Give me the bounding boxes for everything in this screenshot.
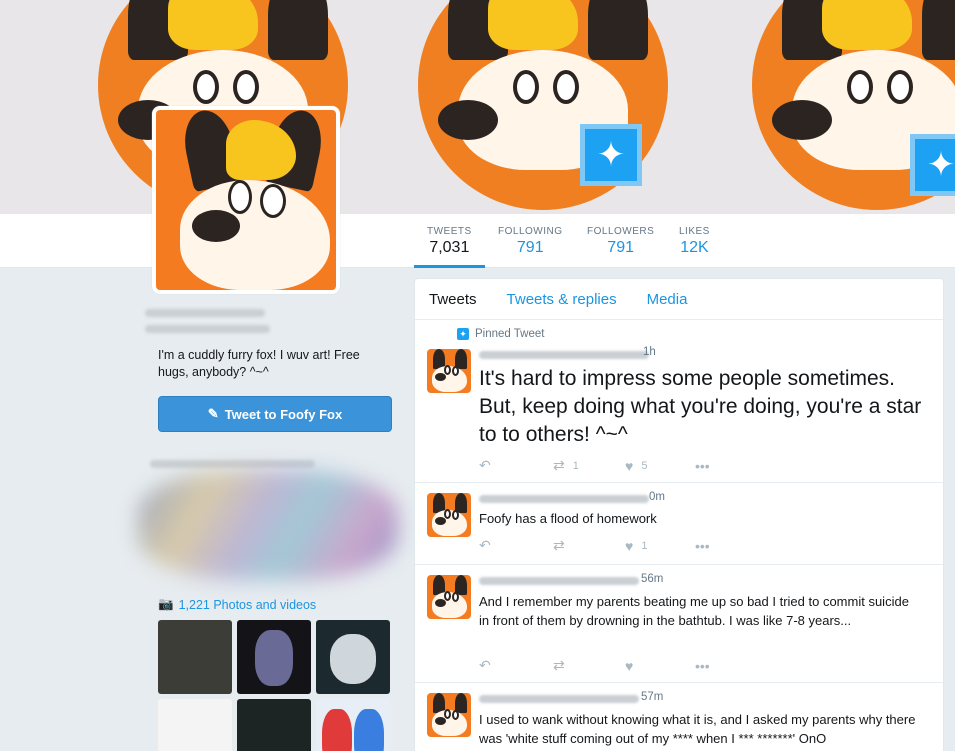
twitter-bird-icon: ✦ (580, 124, 642, 186)
tweet-author-avatar[interactable] (427, 693, 471, 737)
stat-following[interactable]: FOLLOWING 791 (498, 226, 563, 257)
media-thumbnail[interactable] (316, 620, 390, 694)
retweet-icon: ⇄ (553, 657, 565, 673)
profile-handle-redacted (145, 325, 270, 333)
more-icon: ••• (695, 657, 710, 674)
tweet-text: It's hard to impress some people sometim… (479, 367, 922, 446)
tweet-item[interactable]: 57m I used to wank without knowing what … (415, 683, 943, 751)
tweet-actions: ↶ ⇄ ♥ ••• (479, 657, 710, 674)
profile-banner: ✦ ✦ (0, 0, 955, 214)
stat-value: 791 (516, 239, 544, 256)
like-button[interactable]: ♥ 1 (625, 538, 695, 554)
tweet-actions: ↶ ⇄ ♥ 1 ••• (479, 537, 710, 554)
profile-nav (0, 214, 955, 268)
more-button[interactable]: ••• (695, 458, 710, 474)
twitter-bird-icon: ✦ (910, 134, 955, 196)
location-redacted (150, 460, 315, 468)
like-button[interactable]: ♥ (625, 658, 695, 674)
more-button[interactable]: ••• (695, 538, 710, 554)
tweet-time[interactable]: 57m (641, 691, 663, 703)
author-name-redacted (479, 495, 649, 503)
tweet-time[interactable]: 56m (641, 573, 663, 585)
reply-button[interactable]: ↶ (479, 657, 553, 674)
author-name-redacted (479, 351, 649, 359)
retweet-icon: ⇄ (553, 537, 565, 553)
tweet-author-avatar[interactable] (427, 493, 471, 537)
reply-icon: ↶ (479, 657, 491, 673)
stat-likes[interactable]: LIKES 12K (679, 226, 710, 257)
retweet-button[interactable]: ⇄ (553, 537, 625, 554)
stat-label: LIKES (679, 226, 710, 237)
tab-tweets[interactable]: Tweets (429, 291, 477, 308)
media-thumbnail[interactable] (237, 699, 311, 751)
tweet-item[interactable]: 56m And I remember my parents beating me… (415, 565, 943, 683)
tweet-author-avatar[interactable] (427, 349, 471, 393)
fox-avatar-image (156, 110, 336, 290)
stat-label: TWEETS (427, 226, 472, 237)
more-icon: ••• (695, 457, 710, 474)
retweet-button[interactable]: ⇄ 1 (553, 457, 625, 474)
tab-tweets-replies[interactable]: Tweets & replies (507, 291, 617, 308)
photos-videos-label: 1,221 Photos and videos (178, 597, 317, 612)
redacted-profile-info (138, 470, 398, 580)
tweet-text: Foofy has a flood of homework (479, 511, 657, 526)
more-icon: ••• (695, 537, 710, 554)
tweet-to-label: Tweet to Foofy Fox (224, 406, 343, 422)
stat-value: 12K (680, 239, 709, 256)
stat-value: 7,031 (429, 239, 470, 256)
reply-icon: ↶ (479, 457, 491, 473)
tweet-text: And I remember my parents beating me up … (479, 594, 909, 628)
profile-avatar[interactable] (152, 106, 340, 294)
tweet-to-button[interactable]: ✎ Tweet to Foofy Fox (158, 396, 392, 432)
media-thumbnail[interactable] (158, 699, 232, 751)
profile-name-redacted (145, 309, 265, 317)
stat-label: FOLLOWERS (587, 226, 655, 237)
stat-followers[interactable]: FOLLOWERS 791 (587, 226, 654, 257)
media-thumbnail[interactable] (316, 699, 390, 751)
like-button[interactable]: ♥ 5 (625, 458, 695, 474)
tweet-author-avatar[interactable] (427, 575, 471, 619)
reply-button[interactable]: ↶ (479, 457, 553, 474)
tweet-actions: ↶ ⇄ 1 ♥ 5 ••• (479, 457, 710, 474)
tweet-item[interactable]: ✦ Pinned Tweet 1h It's hard to impress s… (415, 321, 943, 483)
profile-bio: I'm a cuddly furry fox! I wuv art! Free … (158, 348, 360, 379)
active-stat-indicator (414, 265, 485, 268)
pinned-label: Pinned Tweet (475, 328, 545, 340)
like-count: 1 (641, 539, 648, 552)
like-count: 5 (641, 459, 648, 472)
media-thumbnail[interactable] (237, 620, 311, 694)
compose-icon: ✎ (207, 406, 219, 421)
pin-icon: ✦ (457, 328, 469, 340)
tab-media[interactable]: Media (647, 291, 688, 308)
media-thumbnail[interactable] (158, 620, 232, 694)
tweet-timeline: Tweets Tweets & replies Media ✦ Pinned T… (414, 278, 944, 751)
heart-icon: ♥ (625, 537, 634, 554)
stat-value: 791 (607, 239, 634, 256)
author-name-redacted (479, 695, 639, 703)
author-name-redacted (479, 577, 639, 585)
pinned-indicator: ✦ Pinned Tweet (457, 328, 544, 340)
reply-button[interactable]: ↶ (479, 537, 553, 554)
photos-videos-link[interactable]: 📷 1,221 Photos and videos (158, 597, 316, 612)
tweet-time[interactable]: 0m (649, 491, 665, 503)
reply-icon: ↶ (479, 537, 491, 553)
stat-tweets[interactable]: TWEETS 7,031 (427, 226, 472, 257)
camera-icon: 📷 (158, 597, 174, 611)
timeline-tabs: Tweets Tweets & replies Media (415, 279, 943, 320)
retweet-button[interactable]: ⇄ (553, 657, 625, 674)
heart-icon: ♥ (625, 457, 634, 474)
retweet-icon: ⇄ (553, 457, 565, 473)
more-button[interactable]: ••• (695, 658, 710, 674)
tweet-time[interactable]: 1h (643, 346, 656, 358)
heart-icon: ♥ (625, 657, 634, 674)
retweet-count: 1 (572, 459, 579, 472)
stat-label: FOLLOWING (498, 226, 563, 237)
tweet-item[interactable]: 0m Foofy has a flood of homework ↶ ⇄ ♥ 1 … (415, 483, 943, 565)
tweet-text: I used to wank without knowing what it i… (479, 712, 916, 746)
